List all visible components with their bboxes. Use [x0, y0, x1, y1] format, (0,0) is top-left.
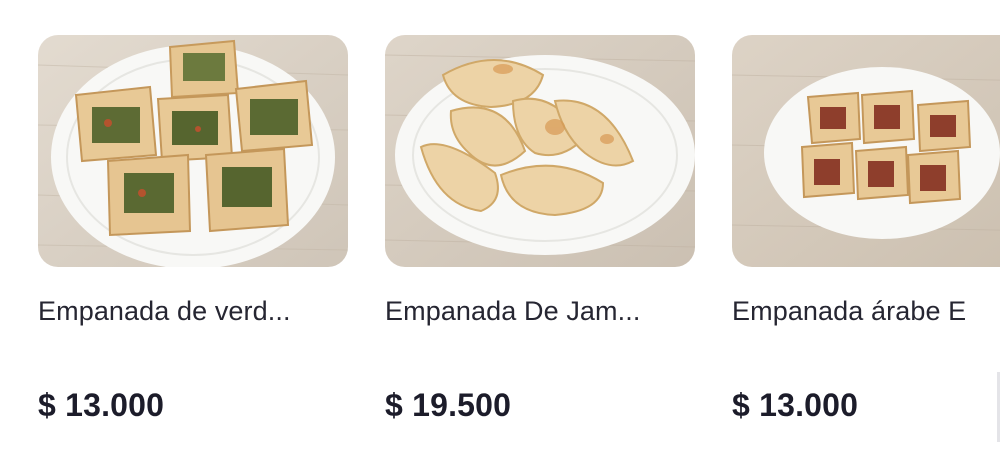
- product-name[interactable]: Empanada de verd...: [38, 293, 348, 329]
- product-price: $ 19.500: [385, 387, 512, 423]
- product-name[interactable]: Empanada De Jam...: [385, 293, 695, 329]
- product-card-arabic-empanada[interactable]: Empanada árabe E $ 13.000: [732, 0, 1000, 455]
- arabic-meat-empanadas-photo[interactable]: [732, 35, 1000, 267]
- product-card-ham-empanada[interactable]: Empanada De Jam... $ 19.500: [385, 0, 695, 455]
- product-name[interactable]: Empanada árabe E: [732, 293, 1000, 329]
- product-carousel: Empanada de verd... $ 13.000 Empanada De…: [0, 0, 1000, 455]
- product-price: $ 13.000: [38, 387, 165, 423]
- ham-empanadas-photo[interactable]: [385, 35, 695, 267]
- product-card-veggie-empanada[interactable]: Empanada de verd... $ 13.000: [38, 0, 348, 455]
- veggie-empanadas-photo[interactable]: [38, 35, 348, 267]
- product-price: $ 13.000: [732, 387, 859, 423]
